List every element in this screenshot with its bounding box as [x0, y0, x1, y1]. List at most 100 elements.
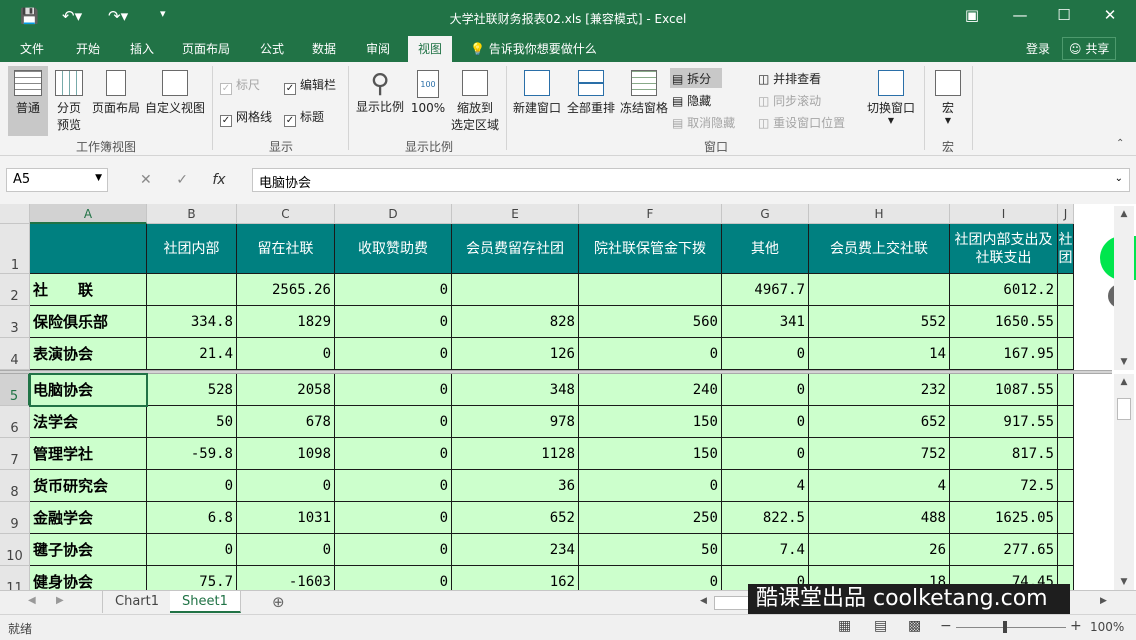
data-cell[interactable]: 7.4	[722, 534, 809, 566]
tab-view[interactable]: 视图	[408, 36, 453, 62]
page-layout-button[interactable]: 页面布局	[90, 70, 142, 116]
data-cell[interactable]: 2565.26	[237, 274, 335, 306]
tell-me-box[interactable]: 💡 告诉我你想要做什么	[470, 40, 597, 57]
data-cell[interactable]: 250	[579, 502, 722, 534]
normal-view-button[interactable]: 普通	[8, 66, 48, 136]
collapse-ribbon-icon[interactable]: ⌃	[1116, 138, 1124, 149]
data-cell[interactable]: 0	[335, 438, 452, 470]
column-header[interactable]: I	[950, 204, 1058, 224]
data-cell[interactable]: 0	[237, 338, 335, 370]
data-cell[interactable]: 0	[335, 534, 452, 566]
column-header[interactable]: G	[722, 204, 809, 224]
data-cell[interactable]: 0	[335, 566, 452, 590]
data-cell[interactable]: 0	[722, 338, 809, 370]
scroll-right-icon[interactable]: ▶	[1100, 596, 1107, 606]
close-icon[interactable]: ✕	[1100, 6, 1120, 24]
scroll-up-icon[interactable]: ▲	[1114, 374, 1134, 390]
zoom-out-icon[interactable]: −	[940, 618, 952, 634]
data-cell[interactable]: 978	[452, 406, 579, 438]
data-cell[interactable]: 150	[579, 406, 722, 438]
gridlines-checkbox[interactable]: ✓ 网格线	[220, 108, 272, 127]
header-cell[interactable]: 社团	[1058, 224, 1074, 274]
data-cell[interactable]: 0	[722, 438, 809, 470]
data-cell[interactable]	[1058, 274, 1074, 306]
data-cell[interactable]: 1625.05	[950, 502, 1058, 534]
page-layout-view-icon[interactable]: ▤	[874, 618, 887, 634]
name-box[interactable]: A5 ▼	[6, 168, 108, 192]
data-cell[interactable]: 0	[579, 470, 722, 502]
row-header[interactable]: 2	[0, 274, 30, 306]
cancel-icon[interactable]: ✕	[140, 172, 152, 188]
data-cell[interactable]	[1058, 534, 1074, 566]
data-cell[interactable]	[579, 274, 722, 306]
zoom-to-selection-button[interactable]: 缩放到 选定区域	[448, 70, 502, 133]
data-cell[interactable]	[1058, 374, 1074, 406]
data-cell[interactable]: 150	[579, 438, 722, 470]
scroll-thumb[interactable]	[1117, 398, 1131, 420]
row-name-cell[interactable]: 表演协会	[30, 338, 147, 370]
reset-window-position-button[interactable]: ◫ 重设窗口位置	[758, 114, 845, 131]
data-cell[interactable]: 50	[579, 534, 722, 566]
header-cell[interactable]: 其他	[722, 224, 809, 274]
view-side-by-side-button[interactable]: ◫ 并排查看	[758, 70, 821, 87]
data-cell[interactable]: 1031	[237, 502, 335, 534]
select-all-corner[interactable]	[0, 204, 30, 224]
data-cell[interactable]: 6012.2	[950, 274, 1058, 306]
row-header[interactable]: 10	[0, 534, 30, 566]
column-header[interactable]: H	[809, 204, 950, 224]
header-cell[interactable]: 会员费上交社联	[809, 224, 950, 274]
data-cell[interactable]: 334.8	[147, 306, 237, 338]
data-cell[interactable]	[809, 274, 950, 306]
zoom-slider-thumb[interactable]	[1003, 621, 1007, 633]
tab-insert[interactable]: 插入	[130, 40, 154, 57]
header-cell[interactable]	[30, 224, 147, 274]
unhide-button[interactable]: ▤ 取消隐藏	[672, 114, 735, 131]
data-cell[interactable]	[1058, 438, 1074, 470]
sign-in-link[interactable]: 登录	[1026, 40, 1050, 57]
data-cell[interactable]: 4	[809, 470, 950, 502]
header-cell[interactable]: 收取赞助费	[335, 224, 452, 274]
data-cell[interactable]: 4967.7	[722, 274, 809, 306]
row-header[interactable]: 6	[0, 406, 30, 438]
normal-view-icon[interactable]: ▦	[838, 618, 851, 634]
ribbon-display-icon[interactable]: ▣	[962, 6, 982, 24]
column-header[interactable]: E	[452, 204, 579, 224]
new-window-button[interactable]: 新建窗口	[510, 70, 564, 116]
row-header[interactable]: 9	[0, 502, 30, 534]
scroll-up-icon[interactable]: ▲	[1114, 206, 1134, 222]
formula-input[interactable]: 电脑协会 ⌄	[252, 168, 1130, 192]
data-cell[interactable]: 4	[722, 470, 809, 502]
data-cell[interactable]: 0	[335, 406, 452, 438]
next-sheet-icon[interactable]: ▶	[56, 595, 64, 606]
data-cell[interactable]: 822.5	[722, 502, 809, 534]
data-cell[interactable]: 1829	[237, 306, 335, 338]
data-cell[interactable]	[1058, 470, 1074, 502]
tab-data[interactable]: 数据	[312, 40, 336, 57]
header-cell[interactable]: 社团内部	[147, 224, 237, 274]
data-cell[interactable]: 678	[237, 406, 335, 438]
data-cell[interactable]: 0	[335, 502, 452, 534]
column-header[interactable]: C	[237, 204, 335, 224]
data-cell[interactable]: 0	[335, 374, 452, 406]
share-button[interactable]: ☺ 共享	[1062, 37, 1117, 60]
row-header[interactable]: 8	[0, 470, 30, 502]
data-cell[interactable]: 1650.55	[950, 306, 1058, 338]
insert-function-icon[interactable]: fx	[212, 172, 225, 188]
data-cell[interactable]: 167.95	[950, 338, 1058, 370]
data-cell[interactable]: -59.8	[147, 438, 237, 470]
zoom-100-button[interactable]: 100 100%	[410, 70, 446, 115]
data-cell[interactable]	[452, 274, 579, 306]
data-cell[interactable]: 1128	[452, 438, 579, 470]
data-cell[interactable]: 0	[722, 406, 809, 438]
formula-bar-checkbox[interactable]: ✓ 编辑栏	[284, 76, 336, 95]
data-cell[interactable]: -1603	[237, 566, 335, 590]
data-cell[interactable]	[147, 274, 237, 306]
row-header[interactable]: 5	[0, 374, 30, 406]
data-cell[interactable]: 72.5	[950, 470, 1058, 502]
data-cell[interactable]: 234	[452, 534, 579, 566]
data-cell[interactable]: 652	[452, 502, 579, 534]
header-cell[interactable]: 院社联保管金下拨	[579, 224, 722, 274]
vertical-scrollbar-bottom[interactable]: ▲ ▼	[1114, 374, 1134, 590]
column-header[interactable]: A	[30, 204, 147, 224]
data-cell[interactable]: 0	[147, 470, 237, 502]
